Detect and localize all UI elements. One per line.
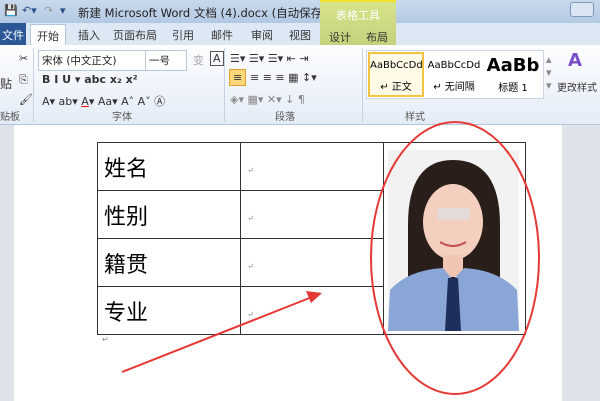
annotation-layer [121, 121, 540, 395]
highlight-circle [370, 121, 540, 395]
arrow-head [306, 291, 322, 303]
annotation-arrow [121, 296, 313, 373]
